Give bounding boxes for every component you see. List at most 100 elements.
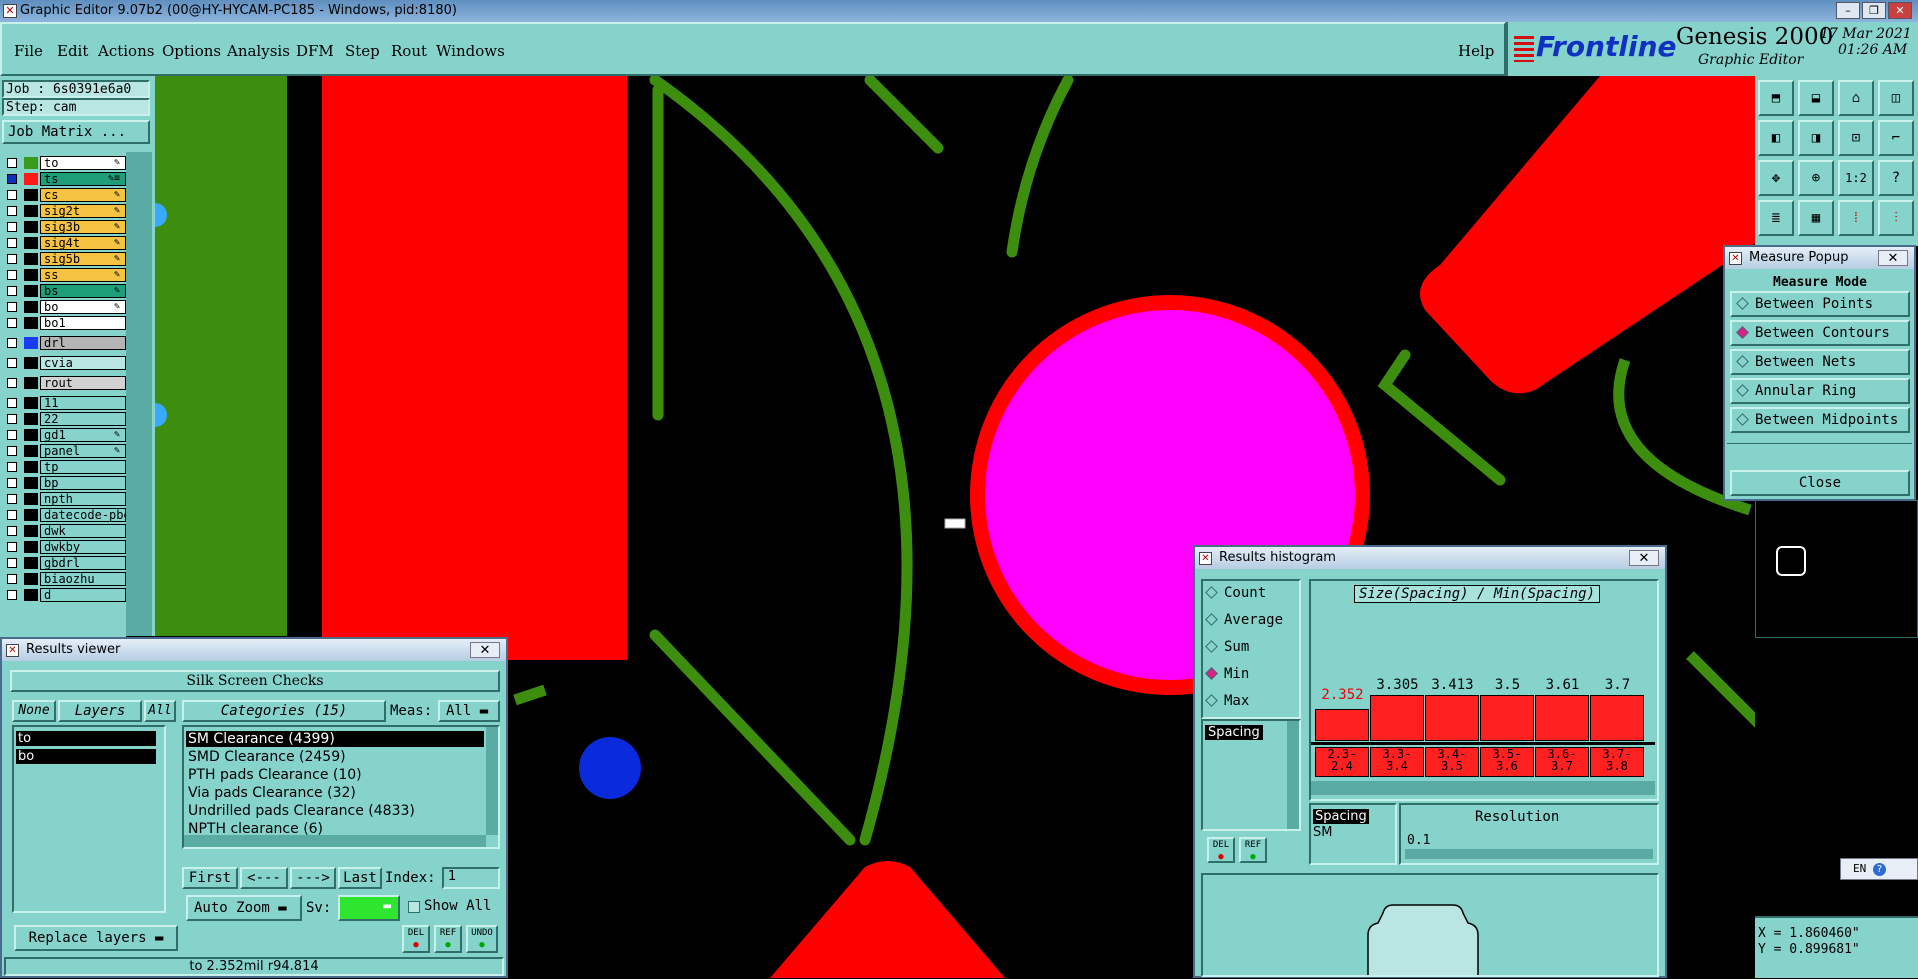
layer-row-dwkby[interactable]: dwkby <box>4 540 126 554</box>
tool-home-icon[interactable]: ⌂ <box>1838 80 1874 116</box>
layer-name[interactable]: gbdrl <box>40 556 126 570</box>
layer-row-ss[interactable]: ss ✎ <box>4 268 126 282</box>
aggregate-option[interactable]: Sum <box>1205 639 1249 655</box>
histogram-bar[interactable] <box>1315 709 1369 741</box>
histogram-bar[interactable] <box>1370 695 1424 741</box>
layer-color-swatch[interactable] <box>24 253 38 265</box>
tool-pan-left-icon[interactable]: ◧ <box>1758 120 1794 156</box>
first-button[interactable]: First <box>182 867 238 889</box>
layer-color-swatch[interactable] <box>24 205 38 217</box>
layer-color-swatch[interactable] <box>24 157 38 169</box>
menu-rout[interactable]: Rout <box>391 42 427 60</box>
layer-color-swatch[interactable] <box>24 557 38 569</box>
layer-scrollbar[interactable] <box>126 152 152 636</box>
menu-options[interactable]: Options <box>162 42 221 60</box>
categories-h-scrollbar[interactable] <box>184 835 486 847</box>
measure-mode-option[interactable]: Between Midpoints <box>1730 407 1910 433</box>
aggregate-option[interactable]: Count <box>1205 585 1266 601</box>
tool-pan-right-icon[interactable]: ◨ <box>1798 120 1834 156</box>
tool-open-icon[interactable]: ⬒ <box>1758 80 1794 116</box>
check-set-header[interactable]: Silk Screen Checks <box>10 670 500 692</box>
layer-color-swatch[interactable] <box>24 221 38 233</box>
tool-grid-icon[interactable]: ▦ <box>1798 200 1834 236</box>
histogram-list-item[interactable]: Spacing <box>1205 725 1263 740</box>
layer-checkbox[interactable] <box>7 590 17 600</box>
layer-name[interactable]: dwkby <box>40 540 126 554</box>
layer-row-drl[interactable]: drl <box>4 336 126 350</box>
metric-list-item-spacing[interactable]: Spacing <box>1313 809 1369 824</box>
sv-color-dropdown[interactable]: ▬ <box>338 895 400 921</box>
layer-checkbox[interactable] <box>7 270 17 280</box>
tool-window-icon[interactable]: ◫ <box>1878 80 1914 116</box>
replace-layers-dropdown[interactable]: Replace layers ▬ <box>14 925 178 951</box>
histogram-close-icon[interactable]: ✕ <box>1629 550 1659 566</box>
layer-checkbox[interactable] <box>7 318 17 328</box>
viewer-undo-button[interactable]: UNDO ● <box>466 925 498 953</box>
layer-checkbox[interactable] <box>7 574 17 584</box>
layer-color-swatch[interactable] <box>24 301 38 313</box>
layer-row-ts[interactable]: ts ✎≡ <box>4 172 126 186</box>
layers-none-button[interactable]: None <box>12 700 56 722</box>
layer-row-biaozhu[interactable]: biaozhu <box>4 572 126 586</box>
layer-name[interactable]: bp <box>40 476 126 490</box>
layer-color-swatch[interactable] <box>24 377 38 389</box>
category-item[interactable]: SMD Clearance (2459) <box>186 749 484 765</box>
histogram-bar[interactable] <box>1535 695 1589 741</box>
layer-row-bs[interactable]: bs ✎ <box>4 284 126 298</box>
layers-all-button[interactable]: All <box>144 700 176 722</box>
histogram-bar[interactable] <box>1480 695 1534 741</box>
layer-color-swatch[interactable] <box>24 317 38 329</box>
histogram-del-button[interactable]: DEL ● <box>1207 837 1235 863</box>
histogram-ref-button[interactable]: REF ● <box>1239 837 1267 863</box>
maximize-button[interactable]: ❐ <box>1862 2 1886 19</box>
results-viewer-close-icon[interactable]: ✕ <box>470 642 500 658</box>
tool-zoom-ratio-icon[interactable]: 1:2 <box>1838 160 1874 196</box>
show-all-checkbox[interactable] <box>408 901 420 913</box>
layer-name[interactable]: tp <box>40 460 126 474</box>
layer-checkbox[interactable] <box>7 206 17 216</box>
layer-row-sig4t[interactable]: sig4t ✎ <box>4 236 126 250</box>
layer-color-swatch[interactable] <box>24 429 38 441</box>
layer-row-sig2t[interactable]: sig2t ✎ <box>4 204 126 218</box>
menu-edit[interactable]: Edit <box>57 42 88 60</box>
layer-checkbox[interactable] <box>7 462 17 472</box>
layer-checkbox[interactable] <box>7 446 17 456</box>
layer-checkbox[interactable] <box>7 558 17 568</box>
layer-color-swatch[interactable] <box>24 573 38 585</box>
category-item[interactable]: PTH pads Clearance (10) <box>186 767 484 783</box>
layer-checkbox[interactable] <box>7 510 17 520</box>
job-matrix-button[interactable]: Job Matrix ... <box>2 120 150 144</box>
metric-list-item-sm[interactable]: SM <box>1313 825 1332 840</box>
viewer-del-button[interactable]: DEL ● <box>402 925 430 953</box>
layer-name[interactable]: d <box>40 588 126 602</box>
layer-row-cs[interactable]: cs ✎ <box>4 188 126 202</box>
menu-windows[interactable]: Windows <box>436 42 505 60</box>
layer-name[interactable]: 22 <box>40 412 126 426</box>
layer-color-swatch[interactable] <box>24 189 38 201</box>
layer-row-rout[interactable]: rout <box>4 376 126 390</box>
layer-checkbox[interactable] <box>7 190 17 200</box>
ime-help-icon[interactable]: ? <box>1872 863 1886 876</box>
layer-checkbox[interactable] <box>7 222 17 232</box>
layer-checkbox[interactable] <box>7 358 17 368</box>
layer-row-bo[interactable]: bo ✎ <box>4 300 126 314</box>
result-layer-item[interactable]: bo <box>16 749 156 764</box>
ime-indicator[interactable]: EN ? <box>1840 858 1918 880</box>
layer-color-swatch[interactable] <box>24 589 38 601</box>
layer-checkbox[interactable] <box>7 414 17 424</box>
measure-close-button[interactable]: Close <box>1730 470 1910 496</box>
layer-checkbox[interactable] <box>7 174 17 184</box>
tool-nets-icon[interactable]: ⁞ <box>1838 200 1874 236</box>
menu-analysis[interactable]: Analysis <box>227 42 290 60</box>
layer-color-swatch[interactable] <box>24 337 38 349</box>
layer-checkbox[interactable] <box>7 398 17 408</box>
tool-route-icon[interactable]: ⌐ <box>1878 120 1914 156</box>
layer-row-dwk[interactable]: dwk <box>4 524 126 538</box>
layer-name[interactable]: biaozhu <box>40 572 126 586</box>
layer-checkbox[interactable] <box>7 430 17 440</box>
layer-row-cvia[interactable]: cvia <box>4 356 126 370</box>
layer-name[interactable]: dwk <box>40 524 126 538</box>
layer-checkbox[interactable] <box>7 254 17 264</box>
layer-row-npth[interactable]: npth <box>4 492 126 506</box>
menu-help[interactable]: Help <box>1458 42 1494 60</box>
